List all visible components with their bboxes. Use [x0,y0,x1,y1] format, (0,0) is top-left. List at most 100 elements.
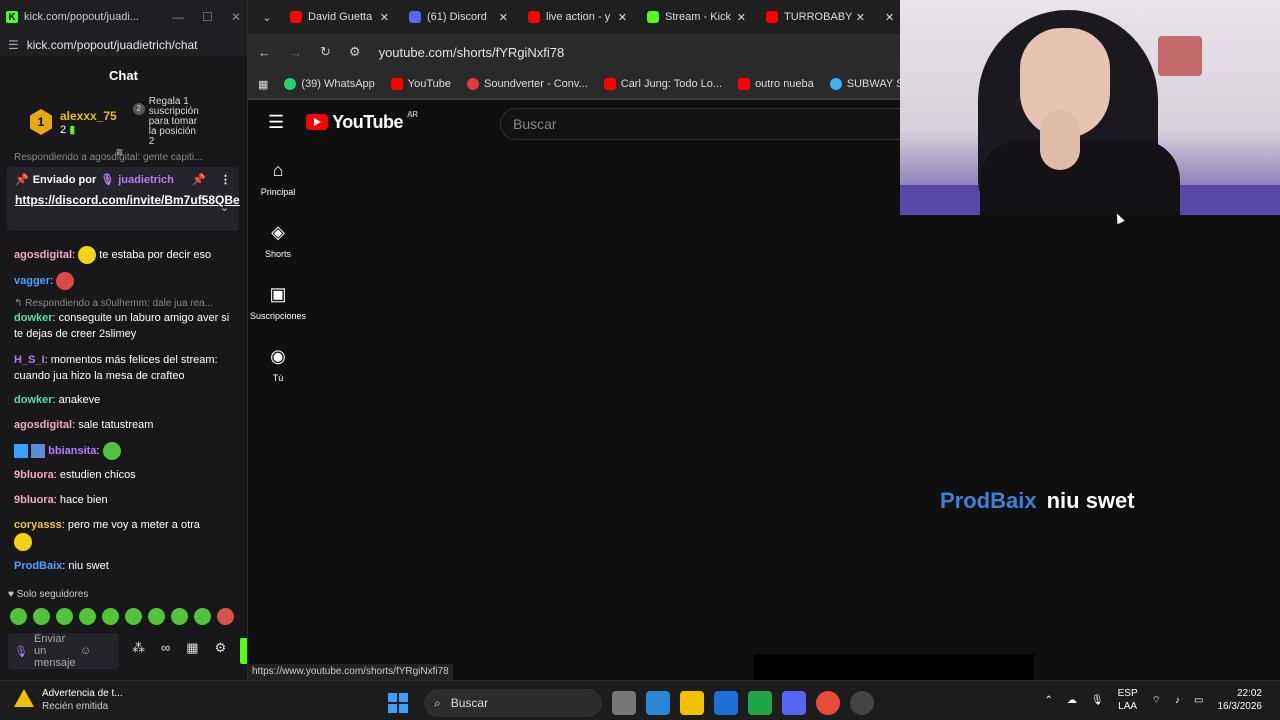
word-icon[interactable] [714,691,738,715]
emote-icon[interactable] [79,608,96,625]
shorts-icon: ◈ [271,222,285,242]
status-url: https://www.youtube.com/shorts/fYRgiNxfi… [248,664,453,680]
chevron-up-icon[interactable]: ⌃ [1045,695,1053,706]
back-icon[interactable]: ← [258,45,271,60]
excel-icon[interactable] [748,691,772,715]
chat-username[interactable]: ProdBaix [14,560,62,572]
clock[interactable]: 22:02 16/3/2026 [1218,687,1263,713]
bookmark[interactable]: outro nueba [738,78,814,90]
emote-icon[interactable] [194,608,211,625]
emote-icon[interactable] [56,608,73,625]
mic-icon[interactable]: 🎙 [1091,695,1104,706]
browser-tab[interactable]: Stream - Kick ✕ [637,3,754,31]
emote-icon[interactable] [217,608,234,625]
store-icon[interactable]: ▦ [186,640,198,656]
browser-tab[interactable]: TURROBABY ✕ [756,3,873,31]
copilot-icon[interactable] [646,691,670,715]
send-button[interactable] [240,638,247,664]
menu-icon[interactable]: ☰ [268,112,284,133]
nav-shorts[interactable]: ◈ Shorts [248,222,308,284]
settings-icon[interactable]: ⚙ [215,640,227,656]
close-tab-icon[interactable]: ✕ [856,11,865,24]
close-tab-icon[interactable]: ✕ [499,11,508,24]
chat-username[interactable]: dowker [14,312,53,324]
chevron-down-icon[interactable]: ⌄ [220,201,229,214]
gift-prompt[interactable]: 2 Regala 1 suscripción para tomar la pos… [132,97,203,147]
taskbar-search[interactable]: ⌕ Buscar [424,689,602,717]
youtube-logo[interactable]: YouTube AR [306,110,418,133]
tab-label: live action - y [546,11,611,23]
chrome-icon[interactable] [816,691,840,715]
file-explorer-icon[interactable] [680,691,704,715]
site-info-icon[interactable]: ⚙ [349,44,361,60]
discord-icon[interactable] [782,691,806,715]
wifi-icon[interactable]: ⌔ [1152,694,1161,707]
close-tab-icon[interactable]: ✕ [618,11,627,24]
browser-tab[interactable]: live action - y ✕ [518,3,635,31]
mic-icon[interactable]: 🎙 [14,645,28,658]
emote-icon[interactable] [102,608,119,625]
emote-icon[interactable] [10,608,27,625]
task-view-icon[interactable] [612,691,636,715]
emote-bar[interactable] [10,608,234,625]
chat-username[interactable]: H_S_I [14,354,45,366]
leader-username[interactable]: alexxx_75 [60,109,117,123]
bookmark[interactable]: (39) WhatsApp [284,78,375,90]
webcam-hand [1040,110,1080,170]
volume-icon[interactable]: ♪ [1175,695,1180,706]
bookmark[interactable]: YouTube [390,78,451,90]
reload-icon[interactable]: ↻ [320,44,331,60]
chat-input[interactable]: 🎙 Enviar un mensaje ☺ [8,633,119,669]
pinned-link[interactable]: https://discord.com/invite/Bm7uf58QBe [15,192,240,208]
emote-icon[interactable] [171,608,188,625]
chat-username[interactable]: dowker [14,394,53,406]
close-icon[interactable]: ✕ [231,10,241,24]
sub-gift-icon: ▮ [69,123,76,136]
chat-username[interactable]: agosdigital [14,249,72,261]
battery-icon[interactable]: ▭ [1194,695,1203,706]
connections-icon[interactable]: ⁂ [132,640,145,656]
emote-icon[interactable] [125,608,142,625]
emoji-icon[interactable]: ☺ [80,645,91,657]
emote-icon[interactable] [33,608,50,625]
youtube-search-input[interactable]: Buscar [500,108,920,140]
browser-tab[interactable]: David Guetta ✕ [280,3,397,31]
bookmark[interactable]: Carl Jung: Todo Lo... [603,78,722,90]
chat-username[interactable]: vagger [14,275,50,287]
pinned-user[interactable]: juadietrich [118,174,174,186]
close-tab-icon[interactable]: ✕ [737,11,746,24]
obs-icon[interactable] [850,691,874,715]
nav-subscriptions[interactable]: ▣ Suscripciones [248,284,308,346]
apps-icon[interactable]: ▦ [258,78,268,91]
taskbar-notification[interactable]: Advertencia de t... Recién emitida [14,687,123,713]
infinity-icon[interactable]: ∞ [161,640,170,656]
close-tab-icon[interactable]: ✕ [380,11,389,24]
nav-you[interactable]: ◉ Tú [248,346,308,408]
cloud-icon[interactable]: ☁ [1067,695,1077,706]
maximize-icon[interactable]: ☐ [202,10,213,24]
chat-tools: ⁂ ∞ ▦ ⚙ [132,640,226,656]
nav-home[interactable]: ⌂ Principal [248,160,308,222]
language-indicator[interactable]: ESP LAA [1118,687,1138,713]
site-settings-icon[interactable]: ☰ [8,38,19,52]
minimize-icon[interactable]: — [172,10,184,24]
rank-medal-icon: 1 [30,109,52,135]
url-field[interactable]: youtube.com/shorts/fYRgiNxfi78 [379,45,565,60]
windows-start-icon[interactable] [388,693,408,713]
bookmark[interactable]: Soundverter - Conv... [467,78,588,90]
unpin-icon[interactable]: 📌 [192,173,206,186]
chat-username[interactable]: agosdigital [14,419,72,431]
chat-username[interactable]: 9bluora [14,494,54,506]
pinned-sent-by: Enviado por [32,173,97,186]
chat-username[interactable]: 9bluora [14,469,54,481]
kick-url-bar[interactable]: ☰ kick.com/popout/juadietrich/chat [0,34,247,56]
more-icon[interactable]: ⋮ [220,173,231,186]
forward-icon[interactable]: → [289,45,302,60]
emote-icon[interactable] [148,608,165,625]
chat-username[interactable]: bbiansita [48,445,96,457]
chat-username[interactable]: coryasss [14,519,62,531]
tab-search-icon[interactable]: ⌄ [256,11,278,24]
tab-label: TURROBABY [784,11,853,23]
browser-tab[interactable]: (61) Discord ✕ [399,3,516,31]
heart-icon: ♥ [8,589,14,600]
